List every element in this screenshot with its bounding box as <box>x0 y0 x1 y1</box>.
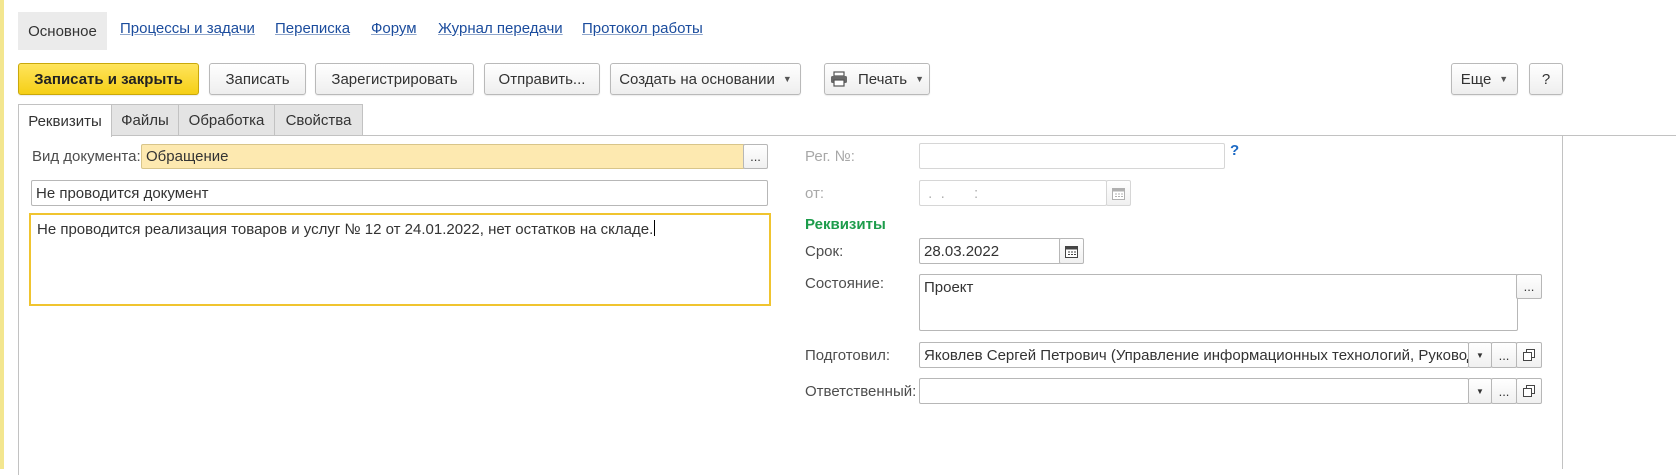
more-button[interactable]: Еще ▼ <box>1451 63 1518 95</box>
nav-home-tab[interactable]: Основное <box>18 12 107 50</box>
tab-requisites-label: Реквизиты <box>28 112 102 130</box>
doc-type-value: Обращение <box>146 148 229 165</box>
body-text: Не проводится реализация товаров и услуг… <box>37 221 654 238</box>
prepared-by-dropdown-button[interactable]: ▼ <box>1468 342 1492 368</box>
window-edge-strip <box>0 0 4 469</box>
prepared-by-label: Подготовил: <box>805 347 891 364</box>
calendar-icon <box>1065 245 1078 258</box>
deadline-field[interactable]: 28.03.2022 <box>919 238 1061 264</box>
text-cursor <box>654 220 656 236</box>
deadline-label: Срок: <box>805 243 844 260</box>
save-label: Записать <box>225 70 290 88</box>
more-label: Еще <box>1460 70 1492 88</box>
chevron-down-icon: ▼ <box>1476 350 1484 360</box>
title-field[interactable]: Не проводится документ <box>31 180 768 206</box>
responsible-field[interactable] <box>919 378 1469 404</box>
doc-type-label: Вид документа: <box>32 148 141 165</box>
reg-no-field[interactable] <box>919 143 1225 169</box>
from-label: от: <box>805 185 825 202</box>
state-select-button[interactable]: ... <box>1516 274 1542 299</box>
tab-properties-label: Свойства <box>285 112 352 129</box>
chevron-down-icon: ▼ <box>1476 386 1484 396</box>
save-button[interactable]: Записать <box>209 63 306 95</box>
state-value: Проект <box>924 279 974 296</box>
save-and-close-button[interactable]: Записать и закрыть <box>18 63 199 95</box>
doc-type-field[interactable]: Обращение <box>141 144 745 169</box>
help-button[interactable]: ? <box>1529 63 1563 95</box>
open-window-icon <box>1523 385 1535 397</box>
nav-link-forum[interactable]: Форум <box>371 20 417 37</box>
doc-type-select-button[interactable]: ... <box>743 144 768 169</box>
register-label: Зарегистрировать <box>331 70 458 88</box>
reg-no-label: Рег. №: <box>805 148 855 165</box>
nav-link-correspondence[interactable]: Переписка <box>275 20 350 37</box>
reg-no-help-link[interactable]: ? <box>1230 142 1239 159</box>
ellipsis-icon: ... <box>1523 279 1535 294</box>
tab-processing-label: Обработка <box>188 112 265 129</box>
responsible-dropdown-button[interactable]: ▼ <box>1468 378 1492 404</box>
chevron-down-icon: ▼ <box>1499 74 1509 84</box>
deadline-value: 28.03.2022 <box>924 242 1000 260</box>
open-window-icon <box>1523 349 1535 361</box>
nav-link-processes[interactable]: Процессы и задачи <box>120 20 255 37</box>
from-date-field[interactable]: . . : <box>919 180 1107 206</box>
ellipsis-icon: ... <box>1498 347 1510 363</box>
deadline-calendar-button[interactable] <box>1059 238 1084 264</box>
title-value: Не проводится документ <box>36 184 209 202</box>
from-date-value: . . : <box>924 184 979 202</box>
ellipsis-icon: ... <box>1498 383 1510 399</box>
help-label: ? <box>1541 70 1551 88</box>
requisites-section-title: Реквизиты <box>805 216 886 233</box>
tab-files-label: Файлы <box>121 112 169 129</box>
tab-files[interactable]: Файлы <box>111 104 179 136</box>
tab-processing[interactable]: Обработка <box>178 104 275 136</box>
send-button[interactable]: Отправить... <box>484 63 600 95</box>
responsible-select-button[interactable]: ... <box>1491 378 1517 404</box>
nav-link-transfer-log[interactable]: Журнал передачи <box>438 20 563 37</box>
chevron-down-icon: ▼ <box>915 74 925 84</box>
ellipsis-icon: ... <box>750 149 761 164</box>
create-based-on-button[interactable]: Создать на основании ▼ <box>610 63 801 95</box>
prepared-by-select-button[interactable]: ... <box>1491 342 1517 368</box>
panel-border-right <box>1562 135 1563 469</box>
from-date-calendar-button[interactable] <box>1106 180 1131 206</box>
responsible-open-button[interactable] <box>1516 378 1542 404</box>
prepared-by-field[interactable]: Яковлев Сергей Петрович (Управление инфо… <box>919 342 1469 368</box>
tab-requisites[interactable]: Реквизиты <box>18 104 112 137</box>
body-textarea[interactable]: Не проводится реализация товаров и услуг… <box>29 213 771 306</box>
state-field[interactable]: Проект <box>919 274 1518 331</box>
state-label: Состояние: <box>805 275 885 292</box>
prepared-by-value: Яковлев Сергей Петрович (Управление инфо… <box>924 346 1469 364</box>
printer-icon <box>830 71 847 87</box>
register-button[interactable]: Зарегистрировать <box>315 63 474 95</box>
create-based-on-label: Создать на основании <box>619 70 775 88</box>
prepared-by-open-button[interactable] <box>1516 342 1542 368</box>
calendar-icon <box>1112 187 1125 200</box>
print-button[interactable]: Печать ▼ <box>824 63 930 95</box>
nav-link-work-protocol[interactable]: Протокол работы <box>582 20 703 37</box>
save-and-close-label: Записать и закрыть <box>34 70 183 88</box>
send-label: Отправить... <box>498 70 586 88</box>
tab-properties[interactable]: Свойства <box>274 104 363 136</box>
chevron-down-icon: ▼ <box>782 74 792 84</box>
responsible-label: Ответственный: <box>805 383 917 400</box>
print-label: Печать <box>857 70 908 88</box>
